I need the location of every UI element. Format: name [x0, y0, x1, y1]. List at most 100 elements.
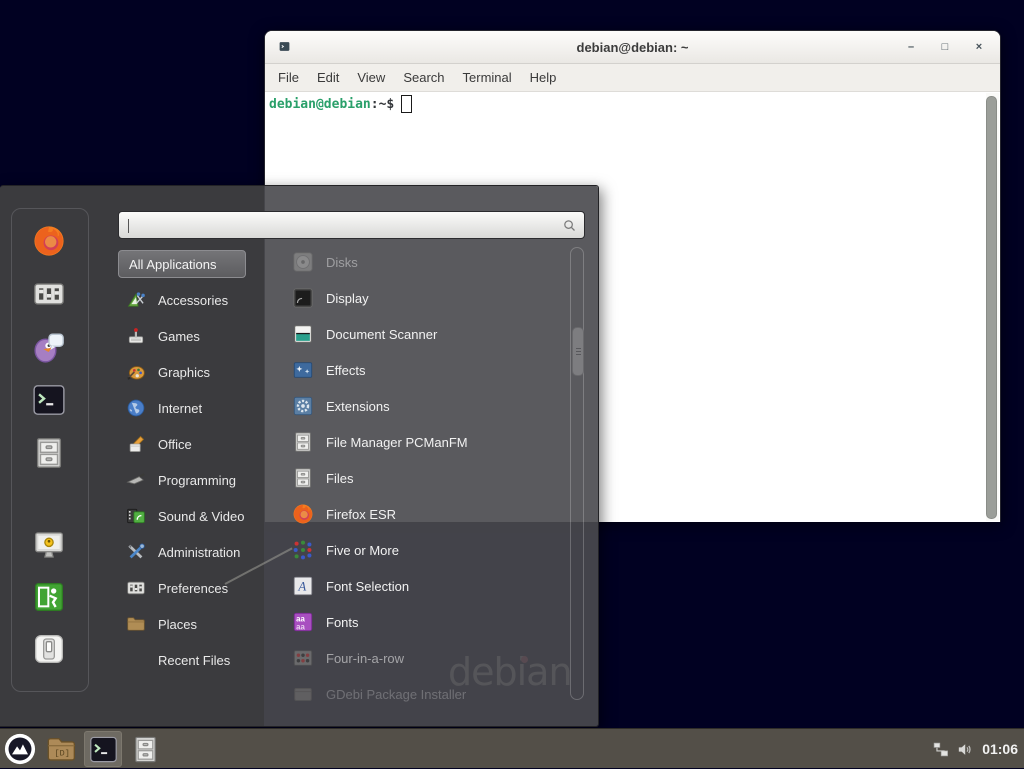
minimize-button[interactable]: –	[900, 36, 922, 58]
doc-scanner-icon	[292, 323, 314, 345]
taskbar-terminal-window-button[interactable]	[84, 731, 122, 767]
category-sound-video[interactable]: Sound & Video	[118, 498, 268, 534]
favorite-firefox[interactable]	[32, 224, 66, 258]
shutdown-button[interactable]	[32, 632, 66, 666]
menu-scrollbar-track[interactable]	[570, 247, 584, 700]
category-label: Accessories	[158, 293, 228, 308]
app-four-in-a-row[interactable]: Four-in-a-row	[292, 640, 570, 676]
app-file-manager-pcmanfm[interactable]: File Manager PCManFM	[292, 424, 570, 460]
pidgin-icon	[32, 330, 66, 364]
category-internet[interactable]: Internet	[118, 390, 268, 426]
network-icon	[932, 741, 949, 758]
menubar-item-terminal[interactable]: Terminal	[454, 66, 521, 89]
menu-favorites	[32, 224, 66, 470]
category-games[interactable]: Games	[118, 318, 268, 354]
category-preferences[interactable]: Preferences	[118, 570, 268, 606]
app-five-or-more[interactable]: Five or More	[292, 532, 570, 568]
app-document-scanner[interactable]: Document Scanner	[292, 316, 570, 352]
category-programming[interactable]: Programming	[118, 462, 268, 498]
terminal-prompt: debian@debian:~$	[269, 95, 412, 113]
menubar-item-help[interactable]: Help	[521, 66, 566, 89]
favorite-preferences[interactable]	[32, 277, 66, 311]
lock-screen-icon	[33, 529, 65, 561]
terminal-titlebar[interactable]: debian@debian: ~ –□ ×	[265, 31, 1000, 64]
category-list: Accessories GamesGraphicsInternet Office Pr…	[118, 282, 268, 678]
menubar-item-edit[interactable]: Edit	[308, 66, 348, 89]
display-icon	[292, 287, 314, 309]
favorite-pidgin[interactable]	[32, 330, 66, 364]
lock-screen-button[interactable]	[32, 528, 66, 562]
terminal-icon	[89, 735, 118, 764]
app-firefox-esr[interactable]: Firefox ESR	[292, 496, 570, 532]
menubar-item-file[interactable]: File	[269, 66, 308, 89]
games-icon	[126, 326, 146, 346]
app-label: Five or More	[326, 543, 399, 558]
logout-icon	[33, 581, 65, 613]
menu-logo-icon	[4, 733, 36, 765]
window-title: debian@debian: ~	[265, 40, 1000, 55]
category-all-applications[interactable]: All Applications	[118, 250, 246, 278]
close-button[interactable]: ×	[968, 36, 990, 58]
app-effects[interactable]: Effects	[292, 352, 570, 388]
preferences-icon	[32, 277, 66, 311]
menubar-item-search[interactable]: Search	[394, 66, 453, 89]
svg-text:aa: aa	[296, 622, 305, 631]
category-label: Programming	[158, 473, 236, 488]
app-gdebi-package-installer[interactable]: GDebi Package Installer	[292, 676, 570, 712]
category-places[interactable]: Places	[118, 606, 268, 642]
file-cabinet-icon	[292, 431, 314, 453]
accessories-icon	[126, 290, 146, 310]
terminal-scrollbar-thumb[interactable]	[986, 96, 997, 519]
office-icon	[126, 434, 146, 454]
app-fonts[interactable]: aaaaFonts	[292, 604, 570, 640]
logout-button[interactable]	[32, 580, 66, 614]
category-graphics[interactable]: Graphics	[118, 354, 268, 390]
graphics-icon	[126, 362, 146, 382]
gdebi-icon	[292, 683, 314, 705]
internet-icon	[126, 398, 146, 418]
svg-text:A: A	[297, 580, 306, 594]
category-label: Office	[158, 437, 192, 452]
network-tray-icon[interactable]	[932, 741, 949, 758]
maximize-button[interactable]: □	[934, 36, 956, 58]
file-cabinet-icon	[32, 436, 66, 470]
menubar-item-view[interactable]: View	[348, 66, 394, 89]
app-label: Firefox ESR	[326, 507, 396, 522]
favorite-terminal[interactable]	[32, 383, 66, 417]
file-cabinet-icon	[131, 735, 160, 764]
category-recent-files[interactable]: Recent Files	[118, 642, 268, 678]
category-administration[interactable]: Administration	[118, 534, 268, 570]
app-extensions[interactable]: Extensions	[292, 388, 570, 424]
all-applications-label: All Applications	[129, 257, 216, 272]
app-label: Fonts	[326, 615, 359, 630]
prompt-user-host: debian@debian	[269, 97, 371, 112]
app-display[interactable]: Display	[292, 280, 570, 316]
app-label: Files	[326, 471, 353, 486]
search-icon	[562, 218, 577, 238]
terminal-scrollbar-track[interactable]	[986, 93, 999, 521]
favorite-file-manager[interactable]	[32, 436, 66, 470]
taskbar-file-manager-window-button[interactable]	[126, 731, 164, 767]
menu-session-buttons	[32, 528, 66, 666]
menu-launcher[interactable]	[2, 731, 38, 767]
category-office[interactable]: Office	[118, 426, 268, 462]
category-accessories[interactable]: Accessories	[118, 282, 268, 318]
taskbar-clock[interactable]: 01:06	[980, 741, 1020, 757]
terminal-cursor	[401, 95, 412, 113]
app-disks[interactable]: Disks	[292, 244, 570, 280]
search-input[interactable]	[118, 211, 585, 239]
app-files[interactable]: Files	[292, 460, 570, 496]
folder-icon: [D]	[45, 733, 77, 765]
terminal-window-icon	[278, 40, 291, 53]
app-label: Font Selection	[326, 579, 409, 594]
app-font-selection[interactable]: A Font Selection	[292, 568, 570, 604]
places-icon	[126, 614, 146, 634]
menu-scrollbar-thumb[interactable]	[572, 327, 584, 376]
terminal-menubar: FileEditViewSearchTerminalHelp	[265, 64, 1000, 92]
disks-icon	[292, 251, 314, 273]
volume-tray-icon[interactable]	[956, 741, 973, 758]
firefox-icon	[292, 503, 314, 525]
app-list: DisksDisplayDocument ScannerEffectsExten…	[292, 244, 570, 712]
taskbar-left: [D]	[0, 729, 166, 769]
files-folder-launcher[interactable]: [D]	[42, 731, 80, 767]
